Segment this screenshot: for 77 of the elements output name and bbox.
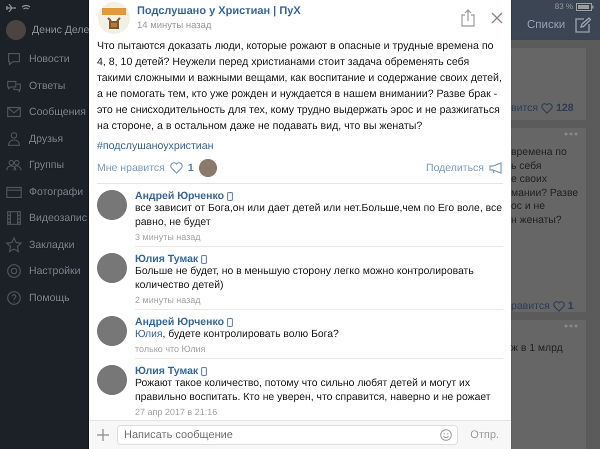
menu-icon: [5, 209, 23, 228]
menu-icon: [5, 236, 23, 254]
phone-icon: [201, 254, 208, 264]
menu-icon: [5, 130, 23, 148]
menu-icon: [5, 50, 23, 68]
send-button[interactable]: Отпр.: [466, 429, 503, 441]
post-text-fragment: времена по: [511, 146, 568, 160]
post-text-fragment: мании? Разве: [511, 186, 580, 200]
post-text-fragment: ос и не: [511, 200, 546, 214]
post-text-fragment: ь себя: [511, 160, 543, 173]
heart-icon: [552, 300, 565, 312]
profile-avatar[interactable]: [6, 20, 26, 40]
post-text-fragment: е своих: [511, 173, 548, 186]
comment-time: 3 минуты назад: [135, 232, 202, 242]
liker-avatar[interactable]: [198, 159, 217, 177]
comment-time: 27 апр 2017 в 21:16: [135, 407, 218, 417]
sidebar-item[interactable]: Закладки: [0, 232, 89, 258]
share-button[interactable]: Поделиться: [426, 162, 484, 174]
sidebar-item[interactable]: Друзья: [0, 126, 89, 152]
airplane-icon: [6, 4, 16, 12]
message-input[interactable]: Написать сообщение: [117, 425, 458, 445]
comment-time: 2 минуты назад: [135, 295, 202, 305]
commenter-name[interactable]: Юлия Тумак: [135, 365, 198, 377]
more-icon[interactable]: [564, 324, 578, 328]
commenter-name[interactable]: Андрей Юрченко: [135, 316, 224, 328]
phone-icon: [227, 318, 234, 326]
hashtag-link[interactable]: #подслушаноухристиан: [97, 140, 214, 152]
commenter-avatar[interactable]: [97, 365, 127, 395]
group-name-link[interactable]: Подслушано у Христиан | ПуХ: [137, 5, 445, 17]
phone-icon: [201, 366, 208, 376]
close-icon[interactable]: [491, 12, 503, 24]
like-count: 1: [188, 162, 194, 174]
phone-icon: [227, 192, 234, 200]
post-text: Что пытаются доказать люди, которые рожают в опасные и трудные времена по 4, 8, 10 детей? Неужели перед христианами стоит задача обременять себя такими сложными и важными вещами, как воспитание и содержание своих детей, а не помогать тем, кто уже рожден и нуждается в нашем внимании? Разве брак - это не снисходительность для тех, кому трудно выдержать эрос и не разжигаться на стороне, а в остальном даже не подавать вид, что вы женаты?: [97, 39, 503, 134]
battery-percent: 83 %: [554, 2, 573, 11]
comment-text: Больше не будет, но в меньшую сторону легко можно контролировать количество детей): [135, 265, 475, 293]
sidebar-item[interactable]: Новости: [0, 46, 89, 72]
comment-text: все зависит от Бога,он или дает детей или нет.Больше,чем по Его воле, все равно, не будет: [135, 202, 503, 230]
sidebar-item[interactable]: Фотографи: [0, 178, 89, 205]
sidebar-item[interactable]: Помощь: [0, 284, 89, 311]
commenter-avatar[interactable]: [97, 253, 127, 283]
compose-icon[interactable]: [575, 17, 592, 33]
emoji-icon[interactable]: [440, 429, 452, 441]
comment-text: Рожают такое количество, потому что сильно любят детей и могут их правильно воспитать. Кто не уверен, что справится, наверно и не рожает: [135, 377, 492, 405]
mention-link[interactable]: Юлия: [135, 329, 163, 340]
sidebar-item[interactable]: Видеозапис: [0, 205, 89, 232]
like-label: равится: [511, 300, 550, 312]
like-count: 128: [556, 102, 574, 114]
post-text-fragment: ж в 1 млрд: [511, 342, 564, 356]
menu-icon: [5, 288, 23, 307]
lists-button[interactable]: Списки: [527, 19, 566, 31]
comment-text: Юлия, будете контролировать волю Бога?: [135, 328, 340, 342]
megaphone-icon[interactable]: [489, 162, 503, 174]
sidebar-item[interactable]: Настройки: [0, 258, 89, 284]
share-icon[interactable]: [461, 9, 475, 27]
comment-time: только что Юлия: [135, 344, 206, 354]
post-text-fragment: н женаты?: [511, 214, 563, 227]
commenter-avatar[interactable]: [97, 316, 127, 346]
heart-icon: [541, 102, 554, 114]
sidebar-item[interactable]: Группы: [0, 152, 89, 178]
like-label: вится: [511, 102, 538, 114]
menu-icon: [5, 262, 23, 280]
battery-icon: [576, 2, 594, 10]
like-button[interactable]: Мне нравится: [97, 162, 165, 174]
commenter-name[interactable]: Андрей Юрченко: [135, 190, 224, 202]
more-icon[interactable]: [564, 132, 578, 136]
profile-name[interactable]: Денис Деле: [32, 24, 90, 36]
heart-icon[interactable]: [170, 162, 183, 174]
post-time: 14 минуты назад: [137, 20, 212, 31]
like-count: 1: [568, 300, 574, 312]
group-logo-drawing: [97, 1, 131, 35]
sidebar-item[interactable]: Сообщения: [0, 99, 89, 126]
commenter-avatar[interactable]: [97, 190, 127, 220]
plus-icon[interactable]: [97, 429, 109, 441]
sidebar-item[interactable]: Ответы: [0, 72, 89, 99]
wifi-icon: [21, 4, 31, 12]
commenter-name[interactable]: Юлия Тумак: [135, 253, 198, 265]
